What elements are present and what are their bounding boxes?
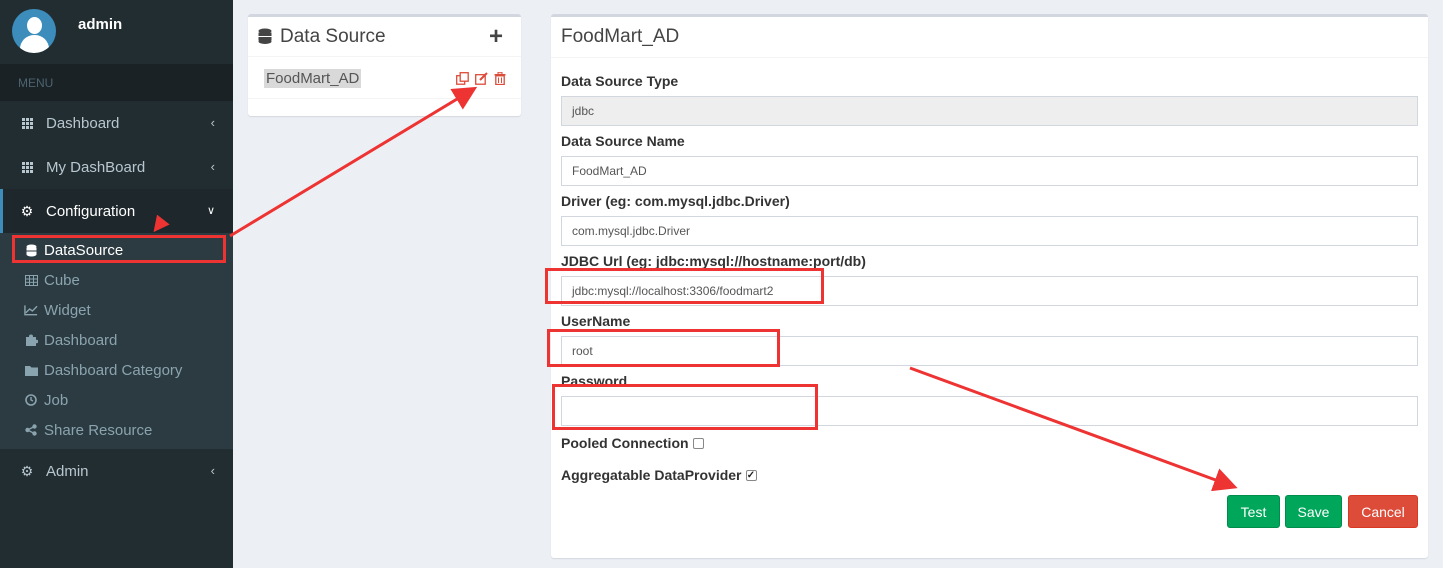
copy-icon[interactable] — [456, 72, 469, 85]
sidebar-item-label: Dashboard — [44, 331, 118, 349]
table-icon — [24, 274, 38, 286]
sidebar-item-label: Widget — [44, 301, 91, 319]
driver-label: Driver (eg: com.mysql.jdbc.Driver) — [561, 193, 790, 209]
sidebar-item-job[interactable]: Job — [0, 385, 233, 415]
chevron-down-icon: ∨ — [206, 205, 215, 217]
sidebar-item-label: Cube — [44, 271, 80, 289]
add-datasource-button[interactable]: + — [489, 23, 503, 51]
puzzle-icon — [24, 334, 38, 347]
chevron-left-icon: ‹ — [210, 159, 215, 174]
annotation-box-jdbc-url — [545, 268, 824, 304]
folder-icon — [24, 365, 38, 376]
test-button[interactable]: Test — [1227, 495, 1280, 528]
datasource-list-header: Data Source + — [248, 17, 521, 57]
sidebar-item-admin[interactable]: ⚙ Admin ‹ — [0, 449, 233, 493]
sidebar-item-widget[interactable]: Widget — [0, 295, 233, 325]
gear-icon: ⚙ — [20, 202, 34, 219]
menu-header: MENU — [0, 64, 233, 101]
aggregatable-row: Aggregatable DataProvider ✓ — [561, 467, 757, 483]
chevron-left-icon: ‹ — [210, 463, 215, 478]
list-item[interactable]: FoodMart_AD — [248, 57, 521, 99]
datasource-name-field[interactable]: FoodMart_AD — [561, 156, 1418, 186]
pooled-connection-checkbox[interactable] — [692, 437, 704, 449]
datasource-item-actions — [456, 71, 507, 86]
datasource-list-title: Data Source — [280, 25, 386, 47]
jdbc-url-label: JDBC Url (eg: jdbc:mysql://hostname:port… — [561, 253, 866, 269]
th-icon — [20, 116, 34, 130]
edit-icon[interactable] — [475, 72, 488, 85]
cancel-button[interactable]: Cancel — [1348, 495, 1418, 528]
datasource-name-label: Data Source Name — [561, 133, 685, 149]
sidebar-item-label: Job — [44, 391, 69, 409]
database-icon — [258, 28, 272, 45]
sidebar-item-cube[interactable]: Cube — [0, 265, 233, 295]
datasource-item-name[interactable]: FoodMart_AD — [264, 69, 362, 88]
sidebar-item-configuration[interactable]: ⚙ Configuration ∨ — [0, 189, 233, 233]
form-title: FoodMart_AD — [551, 17, 1428, 58]
annotation-box-password — [552, 384, 818, 430]
gear-icon: ⚙ — [20, 462, 34, 479]
sidebar-item-label: Share Resource — [44, 421, 153, 439]
share-icon — [24, 424, 38, 436]
user-panel: admin — [0, 0, 233, 64]
clock-icon — [24, 394, 38, 406]
th-icon — [20, 160, 34, 174]
pooled-connection-row: Pooled Connection — [561, 435, 704, 451]
datasource-list-panel: Data Source + FoodMart_AD — [248, 14, 521, 116]
sidebar-item-label: My DashBoard — [46, 158, 146, 176]
annotation-box-username — [547, 329, 780, 367]
configuration-submenu: DataSource Cube Widget Dashboard Dashboa… — [0, 233, 233, 449]
sidebar-item-dashboard-config[interactable]: Dashboard — [0, 325, 233, 355]
sidebar-item-label: Dashboard — [46, 114, 120, 132]
sidebar-item-label: Dashboard Category — [44, 361, 183, 379]
datasource-type-field: jdbc — [561, 96, 1418, 126]
annotation-box-datasource — [12, 235, 226, 263]
line-chart-icon — [24, 304, 38, 316]
driver-field[interactable]: com.mysql.jdbc.Driver — [561, 216, 1418, 246]
username-label: UserName — [561, 313, 631, 329]
aggregatable-checkbox[interactable]: ✓ — [745, 469, 757, 481]
sidebar-item-my-dashboard[interactable]: My DashBoard ‹ — [0, 145, 233, 189]
sidebar-item-dashboard-category[interactable]: Dashboard Category — [0, 355, 233, 385]
aggregatable-label: Aggregatable DataProvider — [561, 467, 742, 483]
avatar[interactable] — [12, 9, 56, 53]
sidebar-item-label: Admin — [46, 462, 89, 480]
username: admin — [78, 16, 123, 33]
trash-icon[interactable] — [494, 71, 507, 86]
sidebar-item-dashboard[interactable]: Dashboard ‹ — [0, 101, 233, 145]
sidebar: admin MENU Dashboard ‹ My DashBoard ‹ ⚙ … — [0, 0, 233, 568]
sidebar-item-label: Configuration — [46, 202, 136, 220]
pooled-connection-label: Pooled Connection — [561, 435, 689, 451]
chevron-left-icon: ‹ — [210, 115, 215, 130]
save-button[interactable]: Save — [1285, 495, 1342, 528]
sidebar-item-share-resource[interactable]: Share Resource — [0, 415, 233, 445]
datasource-type-label: Data Source Type — [561, 73, 679, 89]
